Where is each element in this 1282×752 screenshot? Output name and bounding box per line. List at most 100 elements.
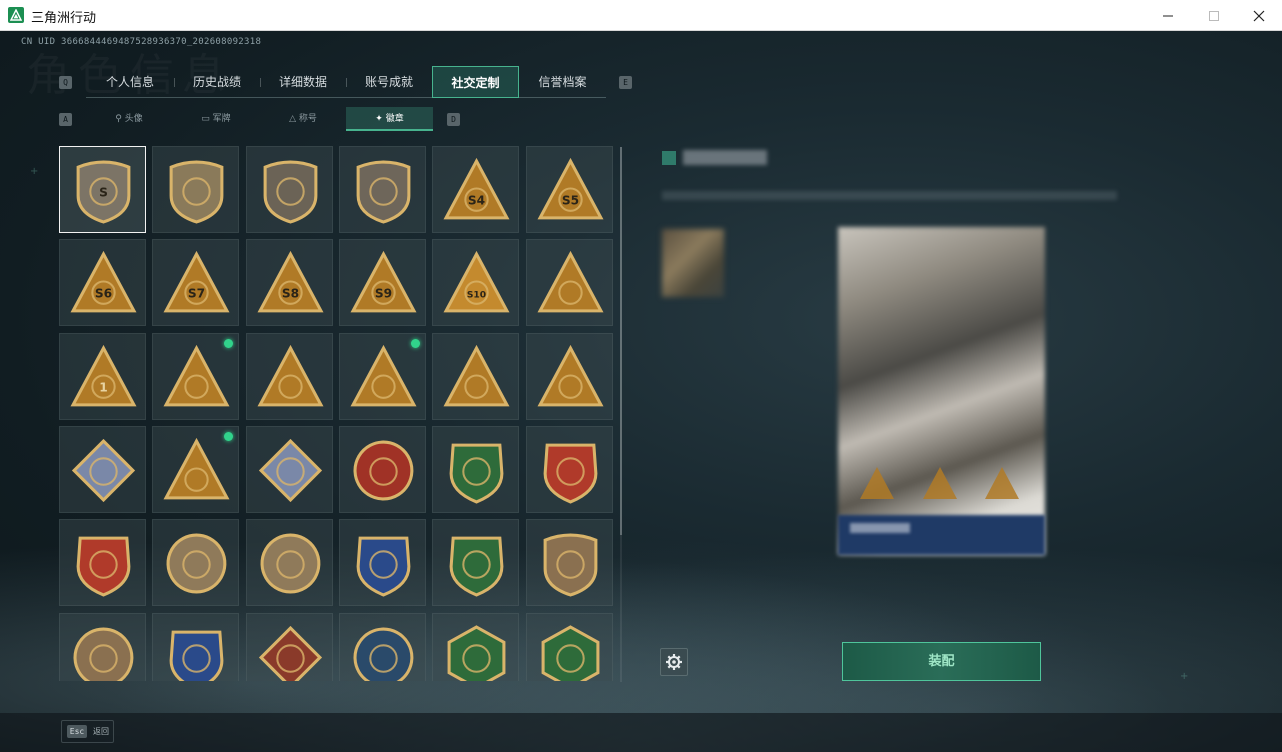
helicopter-badge-icon (169, 160, 224, 224)
dogtag-icon: ▭ (201, 114, 213, 124)
title-bar: 三角洲行动 (0, 0, 1282, 31)
rocket-badge-icon (537, 344, 604, 407)
badge-cell[interactable] (246, 519, 333, 606)
camera-diamond-badge-icon (71, 438, 136, 503)
badge-cell[interactable]: S9 (339, 239, 426, 326)
eagle-badge-icon (353, 627, 414, 681)
red-shield-crest-badge-icon (76, 536, 131, 597)
back-label: 返回 (93, 727, 109, 736)
badge-cell[interactable] (152, 146, 239, 233)
wolf-badge-icon (258, 625, 323, 681)
badge-cell[interactable] (152, 519, 239, 606)
red-crest-badge-icon (543, 443, 598, 504)
season-s7-badge-icon: S7 (163, 250, 230, 313)
badge-cell[interactable]: S4 (432, 146, 519, 233)
game-viewport: 角色信息 CN UID 3666844469487528936370_20260… (0, 31, 1282, 752)
badge-cell[interactable] (246, 146, 333, 233)
subtab-prev-key[interactable]: A (59, 113, 72, 126)
gasmask-soldier-badge-icon (163, 437, 230, 500)
gem-badge-icon (350, 344, 417, 407)
tab-reputation[interactable]: 信誉档案 (519, 66, 606, 98)
diamond-emblem-badge-icon (263, 160, 318, 224)
badge-cell[interactable] (246, 613, 333, 681)
season-s4-badge-icon: S4 (443, 157, 510, 220)
subtab-dogtag[interactable]: ▭ 军牌 (173, 107, 259, 131)
badge-cell[interactable] (339, 146, 426, 233)
new-indicator-dot (224, 339, 233, 348)
player-card-badge-slots (860, 467, 1019, 499)
badge-cell[interactable]: 1 (59, 333, 146, 420)
badge-grid: S S4 S5 S6 S7 S8 S9 S10 1 (59, 146, 615, 681)
badge-cell[interactable] (339, 519, 426, 606)
bottom-bar (0, 713, 1282, 752)
tab-detailed-data[interactable]: 详细数据 (260, 66, 346, 98)
player-card-nameplate (838, 515, 1045, 555)
badge-name-obscured (683, 150, 767, 165)
badge-rarity-swatch (662, 151, 676, 165)
badge-description-obscured (662, 191, 1117, 200)
season-s8-badge-icon: S8 (257, 250, 324, 313)
badge-cell[interactable] (526, 519, 613, 606)
badge-icon: ✦ (375, 114, 386, 124)
badge-cell[interactable] (246, 333, 333, 420)
crosshair-decor-icon: + (1180, 671, 1189, 682)
esc-key: Esc (67, 725, 87, 738)
season-s6-badge-icon: S6 (70, 250, 137, 313)
badge-cell[interactable] (339, 426, 426, 513)
badge-cell[interactable] (59, 519, 146, 606)
delta-logo-badge-icon: S (76, 160, 131, 224)
badge-cell[interactable] (339, 613, 426, 681)
tab-social-custom[interactable]: 社交定制 (432, 66, 519, 98)
tab-prev-key[interactable]: Q (59, 76, 72, 89)
badge-cell[interactable] (432, 333, 519, 420)
badge-cell[interactable] (59, 613, 146, 681)
seated-figure-badge-icon (257, 344, 324, 407)
badge-mark-label: S4 (468, 194, 485, 208)
tab-profile[interactable]: 个人信息 (86, 66, 174, 98)
badge-cell[interactable]: S10 (432, 239, 519, 326)
badge-cell[interactable] (152, 333, 239, 420)
crosshair-decor-icon: + (30, 166, 39, 177)
badge-mark-label: S10 (467, 291, 486, 301)
close-icon[interactable] (1236, 0, 1282, 31)
subtab-next-key[interactable]: D (447, 113, 460, 126)
badge-cell[interactable] (339, 333, 426, 420)
equip-button[interactable]: 装配 (842, 642, 1041, 681)
sniper-round-badge-icon (73, 627, 134, 681)
tab-achievements[interactable]: 账号成就 (346, 66, 432, 98)
dagger-badge-icon (356, 160, 411, 224)
badge-cell[interactable] (432, 426, 519, 513)
boat-badge-icon (537, 250, 604, 313)
subtab-badge[interactable]: ✦ 徽章 (346, 107, 433, 131)
badge-cell[interactable]: S6 (59, 239, 146, 326)
subtab-title[interactable]: △ 称号 (260, 107, 346, 131)
badge-cell[interactable] (246, 426, 333, 513)
maximize-icon[interactable] (1191, 0, 1237, 31)
badge-cell[interactable]: S7 (152, 239, 239, 326)
badge-cell[interactable] (526, 613, 613, 681)
main-tabs: 个人信息 历史战绩 详细数据 账号成就 社交定制 信誉档案 (86, 66, 606, 98)
tab-match-history[interactable]: 历史战绩 (174, 66, 260, 98)
badge-cell[interactable] (526, 426, 613, 513)
tab-next-key[interactable]: E (619, 76, 632, 89)
badge-mark-label: S6 (95, 287, 112, 301)
badge-mark-label: S9 (375, 287, 392, 301)
settings-button[interactable] (660, 648, 688, 676)
badge-scrollbar-thumb[interactable] (620, 147, 622, 535)
title-icon: △ (289, 114, 299, 124)
badge-cell[interactable]: S (59, 146, 146, 233)
badge-cell[interactable]: S5 (526, 146, 613, 233)
green-crest-badge-icon (449, 443, 504, 504)
subtab-avatar[interactable]: ⚲ 头像 (86, 107, 172, 131)
badge-cell[interactable] (152, 426, 239, 513)
badge-cell[interactable] (432, 613, 519, 681)
minimize-icon[interactable] (1145, 0, 1191, 31)
badge-cell[interactable] (526, 239, 613, 326)
subtab-label: 军牌 (212, 114, 231, 124)
launcher-diamond-badge-icon (258, 438, 323, 503)
badge-cell[interactable]: S8 (246, 239, 333, 326)
badge-cell[interactable] (526, 333, 613, 420)
badge-cell[interactable] (59, 426, 146, 513)
badge-cell[interactable] (432, 519, 519, 606)
badge-cell[interactable] (152, 613, 239, 681)
